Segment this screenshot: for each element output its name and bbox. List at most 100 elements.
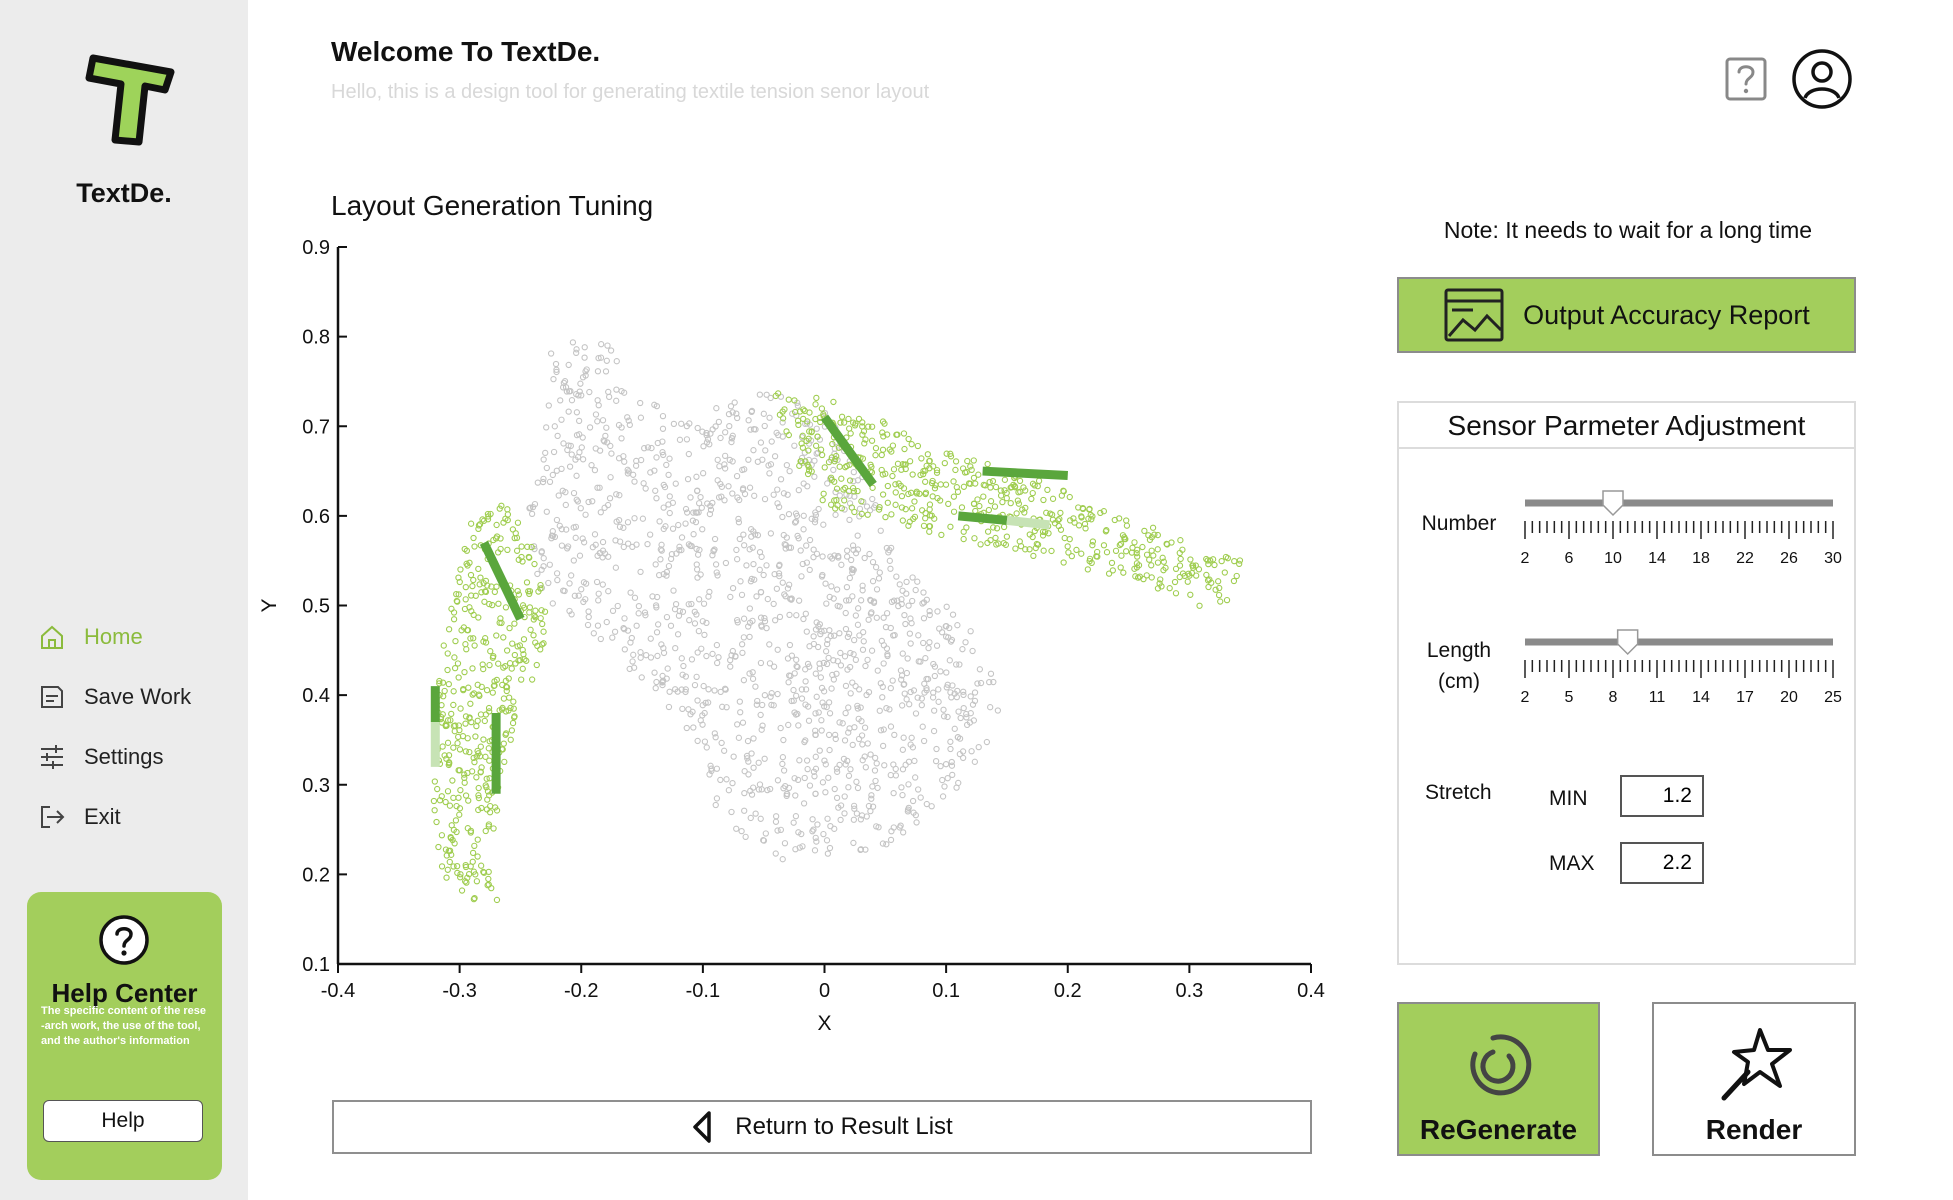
cloud-point	[613, 358, 620, 365]
cloud-point	[1016, 477, 1024, 485]
cloud-point	[1215, 591, 1223, 599]
cloud-point	[798, 573, 805, 580]
cloud-point	[1116, 541, 1123, 549]
cloud-point	[599, 417, 607, 424]
cloud-point	[539, 478, 547, 486]
cloud-point	[864, 740, 871, 747]
cloud-point	[700, 682, 707, 690]
cloud-point	[485, 704, 493, 712]
number-slider[interactable]: 2 6 10 14 18 22 26 30	[1519, 483, 1849, 583]
cloud-point	[830, 466, 837, 474]
cloud-point	[694, 424, 701, 432]
cloud-point	[615, 455, 623, 462]
cloud-point	[774, 486, 781, 493]
cloud-point	[892, 489, 899, 496]
cloud-point	[1196, 602, 1203, 609]
sidebar: TextDe. Home Save Work Settings Exit Hel…	[0, 0, 248, 1200]
cloud-point	[826, 710, 834, 717]
sensor-segment	[1006, 515, 1050, 530]
cloud-point	[647, 531, 654, 538]
cloud-point	[802, 610, 809, 617]
stretch-min-input[interactable]	[1620, 775, 1704, 817]
cloud-point	[926, 639, 933, 646]
cloud-point	[1003, 533, 1011, 540]
number-slider-thumb[interactable]	[1602, 490, 1624, 517]
cloud-point	[876, 707, 883, 714]
cloud-point	[869, 495, 876, 503]
cloud-point	[953, 784, 960, 791]
cloud-point	[450, 744, 457, 751]
cloud-point	[581, 344, 588, 351]
cloud-point	[694, 574, 701, 581]
cloud-point	[846, 574, 854, 582]
cloud-point	[713, 405, 720, 412]
length-slider[interactable]: 2 5 8 11 14 17 20 25	[1519, 622, 1849, 722]
cloud-point	[546, 478, 554, 485]
help-button[interactable]: Help	[43, 1100, 203, 1142]
cloud-point	[810, 554, 817, 561]
cloud-point	[872, 452, 879, 459]
nav-item-home[interactable]: Home	[38, 617, 143, 657]
cloud-point	[749, 675, 757, 682]
cloud-point	[740, 615, 748, 622]
cloud-point	[825, 699, 833, 706]
cloud-point	[957, 714, 964, 722]
cloud-point	[701, 738, 709, 745]
cloud-point	[733, 472, 741, 480]
cloud-point	[666, 455, 673, 462]
cloud-point	[713, 641, 721, 649]
cloud-point	[836, 463, 843, 470]
cloud-point	[1154, 531, 1161, 539]
cloud-point	[924, 451, 931, 458]
cloud-point	[474, 717, 481, 724]
cloud-point	[841, 737, 849, 744]
cloud-point	[467, 571, 475, 579]
cloud-point	[1044, 486, 1051, 494]
cloud-point	[906, 701, 913, 708]
cloud-point	[890, 789, 897, 797]
cloud-point	[767, 530, 775, 537]
stretch-max-input[interactable]	[1620, 842, 1704, 884]
cloud-point	[838, 413, 846, 420]
cloud-point	[1143, 551, 1151, 558]
output-accuracy-report-button[interactable]: Output Accuracy Report	[1397, 277, 1856, 353]
cloud-point	[919, 600, 926, 607]
cloud-point	[763, 624, 770, 632]
return-to-result-list-button[interactable]: Return to Result List	[332, 1100, 1312, 1154]
cloud-point	[939, 776, 946, 784]
nav-item-settings[interactable]: Settings	[38, 737, 164, 777]
cloud-point	[462, 720, 469, 727]
cloud-point	[725, 483, 732, 490]
cloud-point	[727, 403, 735, 410]
cloud-point	[768, 438, 775, 445]
help-square-icon[interactable]	[1723, 56, 1769, 102]
cloud-point	[603, 618, 610, 626]
cloud-point	[474, 853, 481, 860]
cloud-point	[750, 784, 757, 791]
regenerate-button[interactable]: ReGenerate	[1397, 1002, 1600, 1156]
user-avatar-icon[interactable]	[1791, 48, 1853, 110]
cloud-point	[1073, 546, 1080, 554]
cloud-point	[1000, 523, 1008, 531]
length-slider-thumb[interactable]	[1616, 629, 1639, 656]
x-tick-label: 0.4	[1297, 980, 1325, 1002]
cloud-point	[864, 656, 871, 664]
cloud-point	[889, 677, 896, 684]
cloud-point	[1236, 560, 1243, 568]
nav-item-save-work[interactable]: Save Work	[38, 677, 191, 717]
cloud-point	[899, 517, 906, 524]
nav-item-exit[interactable]: Exit	[38, 797, 121, 837]
cloud-point	[779, 754, 787, 761]
cloud-point	[813, 394, 820, 402]
cloud-point	[750, 447, 757, 454]
cloud-point	[644, 540, 651, 548]
cloud-point	[783, 461, 791, 469]
cloud-point	[819, 496, 826, 504]
cloud-point	[444, 866, 451, 873]
render-button[interactable]: Render	[1652, 1002, 1856, 1156]
cloud-point	[711, 535, 719, 543]
cloud-point	[793, 656, 800, 663]
cloud-point	[545, 579, 552, 587]
cloud-point	[879, 742, 887, 750]
cloud-point	[509, 719, 517, 727]
